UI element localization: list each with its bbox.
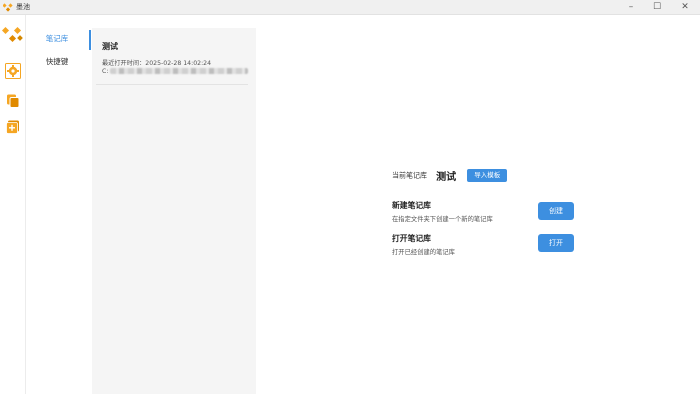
redacted-path [110, 68, 249, 74]
title-bar: 墨池 – ☐ ✕ [0, 0, 700, 15]
close-button[interactable]: ✕ [672, 0, 698, 15]
vault-path: C: [102, 68, 249, 75]
open-vault-title: 打开笔记库 [392, 234, 431, 243]
copy-nav-button[interactable] [5, 93, 21, 109]
icon-rail [0, 15, 26, 394]
main-content: 当前笔记库 测试 导入模板 新建笔记库 在指定文件夹下创建一个新的笔记库 创建 … [256, 15, 700, 394]
app-logo-icon [3, 3, 13, 12]
window-title: 墨池 [16, 3, 30, 11]
minimize-button[interactable]: – [618, 0, 644, 15]
create-vault-button[interactable]: 创建 [538, 202, 574, 220]
current-vault-label: 当前笔记库 [392, 171, 427, 180]
logo-icon [2, 26, 23, 43]
subnav-item-shortcuts[interactable]: 快捷键 [26, 53, 88, 71]
open-vault-section: 打开笔记库 打开已经创建的笔记库 [392, 233, 455, 256]
add-icon [6, 120, 19, 134]
import-template-button[interactable]: 导入模板 [467, 169, 508, 182]
subnav-item-vaults[interactable]: 笔记库 [26, 30, 91, 50]
add-nav-button[interactable] [5, 119, 21, 135]
vault-last-opened: 最近打开时间：2025-02-28 14:02:24 [102, 60, 212, 67]
vault-list-item[interactable]: 测试 最近打开时间：2025-02-28 14:02:24 C: [96, 36, 249, 85]
vault-path-prefix: C: [102, 68, 109, 75]
current-vault-name: 测试 [436, 172, 457, 183]
settings-icon [5, 63, 21, 79]
vault-name: 测试 [102, 42, 118, 51]
settings-nav-button[interactable] [5, 63, 21, 79]
open-vault-desc: 打开已经创建的笔记库 [392, 249, 455, 256]
copy-icon [7, 94, 20, 108]
create-vault-section: 新建笔记库 在指定文件夹下创建一个新的笔记库 [392, 200, 493, 223]
open-vault-button[interactable]: 打开 [538, 234, 574, 252]
create-vault-title: 新建笔记库 [392, 201, 431, 210]
create-vault-desc: 在指定文件夹下创建一个新的笔记库 [392, 216, 493, 223]
vault-list-panel: 测试 最近打开时间：2025-02-28 14:02:24 C: [92, 28, 256, 394]
maximize-button[interactable]: ☐ [644, 0, 670, 15]
current-vault-row: 当前笔记库 测试 导入模板 [392, 165, 508, 183]
settings-subnav: 笔记库 快捷键 [26, 15, 92, 394]
